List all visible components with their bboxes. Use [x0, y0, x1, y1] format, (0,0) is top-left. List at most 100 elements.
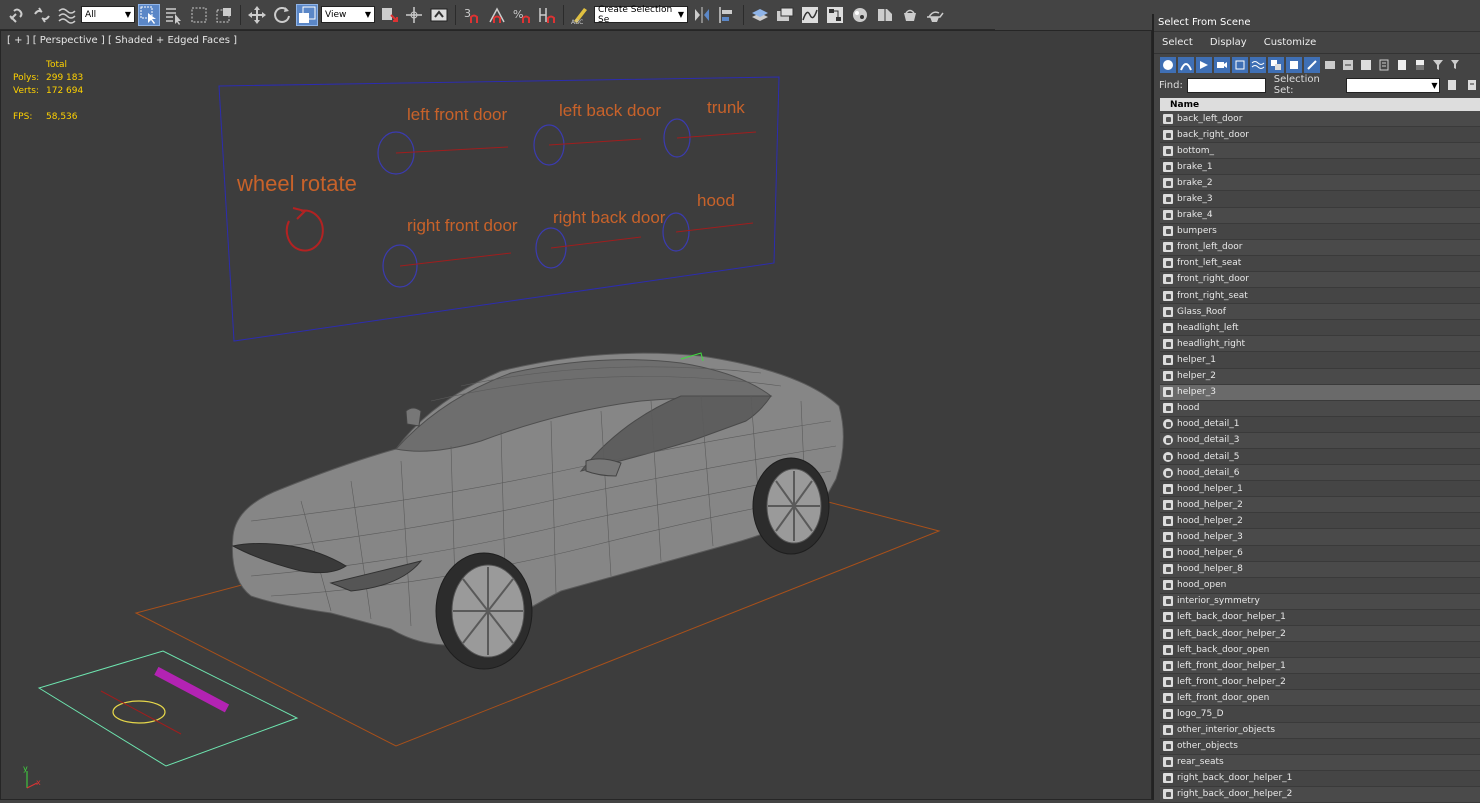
angle-snap-icon[interactable]	[486, 4, 508, 26]
curve-editor-icon[interactable]	[799, 4, 821, 26]
bind-space-warp-icon[interactable]	[56, 4, 78, 26]
list-item[interactable]: left_back_door_helper_2	[1160, 626, 1480, 643]
keyboard-shortcut-icon[interactable]	[428, 4, 450, 26]
list-item[interactable]: right_back_door_helper_2	[1160, 786, 1480, 803]
layer-manager-icon[interactable]	[749, 4, 771, 26]
list-item[interactable]: headlight_left	[1160, 320, 1480, 337]
display-containers-icon[interactable]	[1322, 57, 1338, 73]
display-invert-icon[interactable]	[1412, 57, 1428, 73]
display-frozen-icon[interactable]	[1340, 57, 1356, 73]
schematic-view-icon[interactable]	[824, 4, 846, 26]
helper-ellipse[interactable]	[112, 700, 166, 724]
select-manipulate-icon[interactable]	[403, 4, 425, 26]
display-groups-icon[interactable]	[1268, 56, 1284, 73]
display-none-icon[interactable]	[1394, 57, 1410, 73]
render-frame-icon[interactable]	[899, 4, 921, 26]
list-item[interactable]: hood_helper_2	[1160, 513, 1480, 530]
list-item[interactable]: other_objects	[1160, 738, 1480, 755]
list-item[interactable]: brake_2	[1160, 175, 1480, 192]
list-item[interactable]: front_right_seat	[1160, 288, 1480, 305]
list-item[interactable]: right_back_door_helper_1	[1160, 770, 1480, 787]
material-editor-icon[interactable]	[849, 4, 871, 26]
list-item[interactable]: hood_helper_3	[1160, 529, 1480, 546]
list-item[interactable]: logo_75_D	[1160, 706, 1480, 723]
menu-select[interactable]: Select	[1162, 37, 1193, 48]
name-column-header[interactable]: Name	[1160, 98, 1480, 111]
perspective-viewport[interactable]: [ + ] [ Perspective ] [ Shaded + Edged F…	[0, 30, 1152, 800]
list-item[interactable]: Glass_Roof	[1160, 304, 1480, 321]
list-item[interactable]: interior_symmetry	[1160, 593, 1480, 610]
render-production-icon[interactable]	[924, 4, 946, 26]
helper-plane[interactable]	[37, 650, 299, 767]
link-icon[interactable]	[6, 4, 28, 26]
list-item[interactable]: front_left_door	[1160, 239, 1480, 256]
list-item[interactable]: hood_helper_1	[1160, 481, 1480, 498]
dialog-title[interactable]: Select From Scene	[1154, 14, 1480, 32]
list-item[interactable]: front_right_door	[1160, 271, 1480, 289]
display-xrefs-icon[interactable]	[1286, 56, 1302, 73]
display-shapes-icon[interactable]	[1178, 56, 1194, 73]
menu-display[interactable]: Display	[1210, 37, 1247, 48]
select-by-name-icon[interactable]	[163, 4, 185, 26]
find-input[interactable]	[1186, 77, 1266, 93]
named-selection-set-dropdown[interactable]: Create Selection Se ▼	[594, 5, 688, 25]
list-item[interactable]: hood_helper_6	[1160, 545, 1480, 562]
display-bones-icon[interactable]	[1304, 56, 1320, 73]
list-item[interactable]: hood_detail_6	[1160, 465, 1480, 482]
save-selection-set-icon[interactable]	[1444, 77, 1460, 93]
list-item[interactable]: bottom_	[1160, 143, 1480, 160]
list-item[interactable]: helper_3	[1160, 384, 1480, 401]
pivot-center-icon[interactable]	[378, 4, 400, 26]
list-item[interactable]: hood_helper_2	[1160, 497, 1480, 514]
reference-coordinate-dropdown[interactable]: View ▼	[321, 6, 375, 23]
percent-snap-icon[interactable]: %	[511, 4, 533, 26]
selection-filter-dropdown[interactable]: All ▼	[81, 6, 135, 23]
list-item[interactable]: brake_3	[1160, 191, 1480, 208]
display-hidden-icon[interactable]	[1358, 57, 1374, 73]
list-item[interactable]: back_left_door	[1160, 111, 1480, 128]
list-item[interactable]: rear_seats	[1160, 754, 1480, 771]
list-item[interactable]: helper_1	[1160, 352, 1480, 369]
display-helpers-icon[interactable]	[1232, 56, 1248, 73]
spinner-snap-icon[interactable]	[536, 4, 558, 26]
list-item[interactable]: left_back_door_open	[1160, 642, 1480, 659]
select-object-icon[interactable]	[138, 3, 160, 26]
list-item[interactable]: left_front_door_helper_2	[1160, 674, 1480, 691]
list-item[interactable]: left_front_door_open	[1160, 690, 1480, 707]
rotate-arrow-icon[interactable]	[285, 209, 324, 252]
edit-selection-set-icon[interactable]	[1464, 77, 1480, 93]
scale-icon[interactable]	[296, 3, 318, 26]
list-item[interactable]: brake_1	[1160, 159, 1480, 176]
list-item[interactable]: hood	[1160, 400, 1480, 417]
list-item[interactable]: helper_2	[1160, 368, 1480, 385]
list-item[interactable]: bumpers	[1160, 223, 1480, 240]
move-icon[interactable]	[246, 4, 268, 26]
list-item[interactable]: hood_detail_5	[1160, 448, 1480, 466]
edit-named-selection-icon[interactable]: ABC	[569, 4, 591, 26]
filter-options-icon[interactable]	[1448, 57, 1464, 73]
list-item[interactable]: front_left_seat	[1160, 255, 1480, 272]
display-cameras-icon[interactable]	[1214, 56, 1230, 73]
list-item[interactable]: left_front_door_helper_1	[1160, 658, 1480, 675]
list-item[interactable]: hood_helper_8	[1160, 561, 1480, 578]
list-item[interactable]: brake_4	[1160, 207, 1480, 224]
display-lights-icon[interactable]	[1196, 56, 1212, 73]
mirror-icon[interactable]	[691, 4, 713, 26]
list-item[interactable]: hood_open	[1160, 577, 1480, 594]
menu-customize[interactable]: Customize	[1264, 37, 1317, 48]
list-item[interactable]: headlight_right	[1160, 336, 1480, 353]
rotate-icon[interactable]	[271, 4, 293, 26]
list-item[interactable]: hood_detail_3	[1160, 432, 1480, 449]
filter-icon[interactable]	[1430, 57, 1446, 73]
scene-canvas[interactable]: wheel rotate left front door left back d…	[1, 31, 1151, 799]
display-spacewarps-icon[interactable]	[1250, 56, 1266, 73]
list-item[interactable]: other_interior_objects	[1160, 722, 1480, 739]
rectangular-selection-icon[interactable]	[188, 4, 210, 26]
list-item[interactable]: left_back_door_helper_1	[1160, 609, 1480, 626]
selection-set-dropdown[interactable]: ▼	[1345, 77, 1441, 93]
display-all-icon[interactable]	[1376, 57, 1392, 73]
car-model[interactable]	[231, 352, 844, 670]
render-setup-icon[interactable]	[874, 4, 896, 26]
unlink-icon[interactable]	[31, 4, 53, 26]
align-icon[interactable]	[716, 4, 738, 26]
